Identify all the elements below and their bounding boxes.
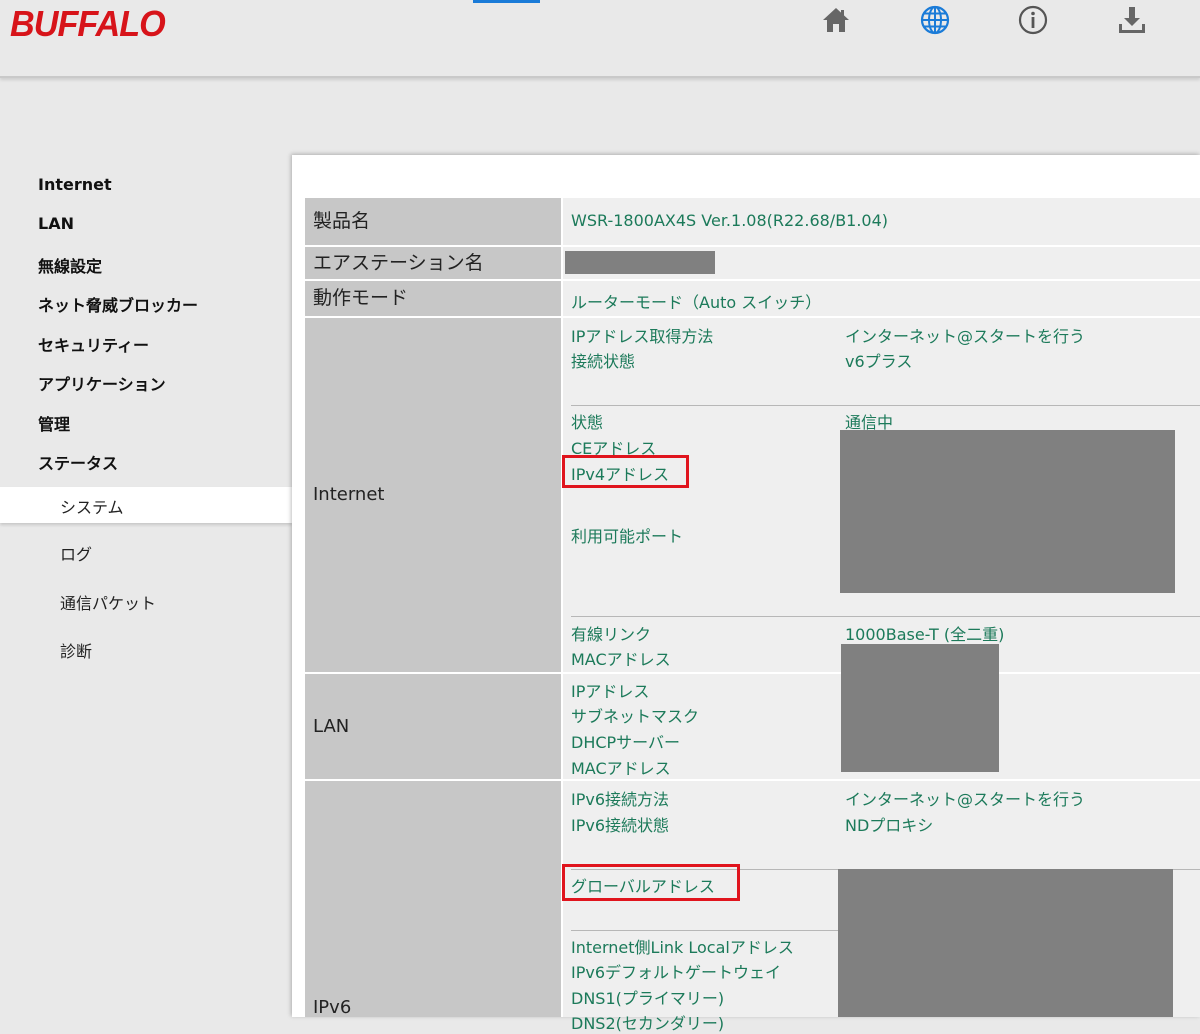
highlight-global-address bbox=[562, 864, 740, 901]
top-header: BUFFALO bbox=[0, 0, 1200, 78]
buffalo-logo: BUFFALO bbox=[10, 3, 166, 44]
label-conn-state: 接続状態 bbox=[571, 352, 636, 371]
label-available-ports: 利用可能ポート bbox=[571, 527, 684, 546]
label-dhcp-server: DHCPサーバー bbox=[571, 733, 681, 752]
divider bbox=[571, 930, 838, 931]
active-tab-indicator bbox=[473, 0, 540, 3]
label-default-gateway: IPv6デフォルトゲートウェイ bbox=[571, 963, 782, 982]
value-ip-method: インターネット@スタートを行う bbox=[845, 327, 1086, 346]
redacted-ipv6-values bbox=[838, 869, 1173, 1017]
nav-management[interactable]: 管理 bbox=[38, 411, 70, 435]
nav-lan[interactable]: LAN bbox=[38, 214, 74, 233]
nav-internet[interactable]: Internet bbox=[38, 175, 112, 194]
value-ipv6-state: NDプロキシ bbox=[845, 816, 934, 835]
value-product-name: WSR-1800AX4S Ver.1.08(R22.68/B1.04) bbox=[571, 211, 889, 230]
label-dns2: DNS2(セカンダリー) bbox=[571, 1014, 725, 1033]
label-mode: 動作モード bbox=[305, 281, 561, 316]
label-lan-ip: IPアドレス bbox=[571, 682, 650, 701]
sub-packets[interactable]: 通信パケット bbox=[60, 590, 156, 614]
label-lan: LAN bbox=[305, 674, 561, 779]
sub-diagnosis[interactable]: 診断 bbox=[60, 638, 92, 662]
label-ipv6-state: IPv6接続状態 bbox=[571, 816, 670, 835]
label-wired-link: 有線リンク bbox=[571, 625, 652, 644]
label-link-local: Internet側Link Localアドレス bbox=[571, 938, 794, 957]
label-product-name: 製品名 bbox=[305, 198, 561, 245]
redacted-lan-values bbox=[841, 674, 999, 772]
nav-threat-blocker[interactable]: ネット脅威ブロッカー bbox=[38, 292, 198, 316]
value-mode: ルーターモード（Auto スイッチ） bbox=[571, 293, 822, 312]
divider bbox=[571, 616, 1200, 617]
label-station-name: エアステーション名 bbox=[305, 247, 561, 279]
label-lan-mac: MACアドレス bbox=[571, 759, 671, 778]
nav-status[interactable]: ステータス bbox=[38, 450, 118, 474]
label-internet: Internet bbox=[305, 318, 561, 672]
label-ipv6-method: IPv6接続方法 bbox=[571, 790, 670, 809]
highlight-ipv4 bbox=[562, 455, 689, 488]
redacted-internet-values bbox=[840, 430, 1175, 593]
label-ipv6: IPv6 bbox=[313, 997, 352, 1018]
label-ipv6-cell: IPv6 bbox=[305, 781, 561, 1018]
label-ip-method: IPアドレス取得方法 bbox=[571, 327, 714, 346]
redacted-station-name bbox=[565, 251, 715, 274]
value-wired-link: 1000Base-T (全二重) bbox=[845, 625, 1005, 644]
nav-application[interactable]: アプリケーション bbox=[38, 371, 166, 395]
label-internet-mac: MACアドレス bbox=[571, 650, 671, 669]
label-subnet-mask: サブネットマスク bbox=[571, 707, 700, 726]
sub-log[interactable]: ログ bbox=[60, 541, 92, 565]
info-icon[interactable] bbox=[1017, 4, 1049, 36]
value-conn-state: v6プラス bbox=[845, 352, 913, 371]
nav-security[interactable]: セキュリティー bbox=[38, 332, 149, 356]
download-icon[interactable] bbox=[1116, 4, 1148, 36]
nav-wireless[interactable]: 無線設定 bbox=[38, 253, 102, 277]
home-icon[interactable] bbox=[820, 4, 852, 36]
value-ipv6-method: インターネット@スタートを行う bbox=[845, 790, 1086, 809]
sub-system[interactable]: システム bbox=[60, 494, 124, 518]
globe-icon[interactable] bbox=[919, 4, 951, 36]
divider bbox=[571, 405, 1200, 406]
active-sub-highlight bbox=[0, 487, 292, 523]
label-dns1: DNS1(プライマリー) bbox=[571, 989, 725, 1008]
label-status: 状態 bbox=[571, 413, 604, 432]
